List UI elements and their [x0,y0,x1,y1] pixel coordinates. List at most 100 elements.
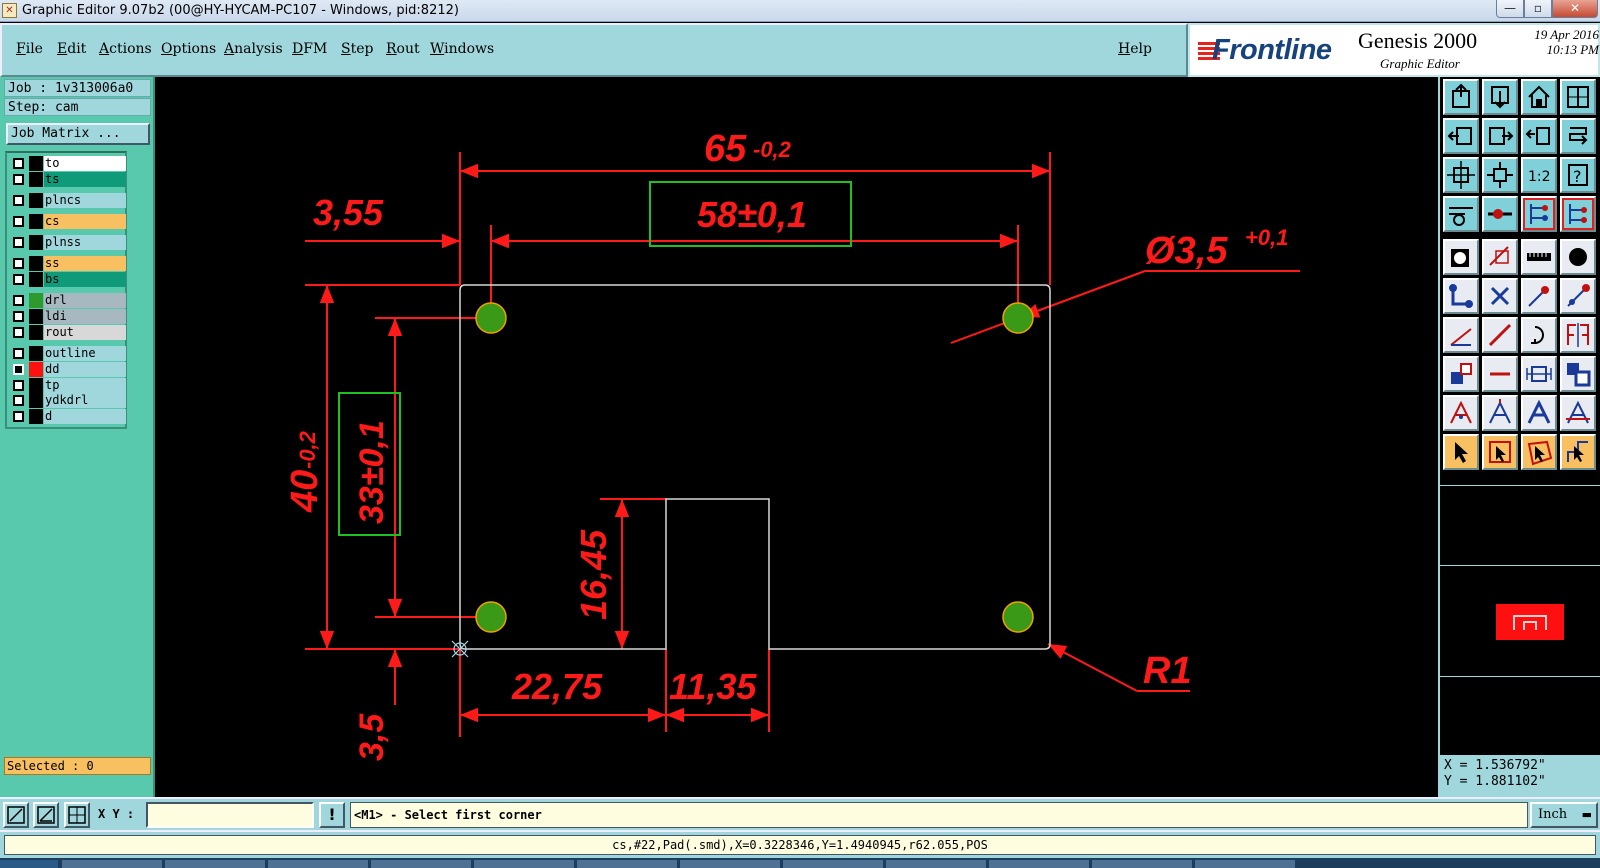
text-a2-tool-button[interactable] [1482,395,1518,431]
layer-checkbox[interactable] [13,380,24,391]
arc-point-tool-button[interactable] [1521,278,1557,314]
overview-panel[interactable] [1440,565,1600,677]
cross-tool-button[interactable] [1482,278,1518,314]
layer-name[interactable]: ydkdrl [44,393,126,408]
dot-tool-button[interactable] [1560,239,1596,275]
connect-tool-button[interactable] [1443,278,1479,314]
layer-name[interactable]: drl [44,293,126,308]
units-selector[interactable]: Inch ▬ [1530,802,1598,828]
layer-color-swatch[interactable] [29,156,43,171]
zoom-1to2-tool-button[interactable]: 1:2 [1521,157,1557,193]
line-tool-button[interactable] [1482,239,1518,275]
layer-checkbox[interactable] [13,258,24,269]
graphic-canvas[interactable]: 65 -0,2 58±0,1 3,55 Ø3,5 +0,1 40 -0,2 33… [155,77,1438,797]
ruler-tool-button[interactable] [1521,239,1557,275]
layer-color-swatch[interactable] [29,172,43,187]
layer-row-to[interactable]: to [9,156,126,171]
layer-checkbox[interactable] [13,174,24,185]
spacing-tool-button[interactable] [1521,356,1557,392]
layer-checkbox[interactable] [13,195,24,206]
layer-checkbox[interactable] [13,364,24,375]
undo-view-tool-button[interactable] [1521,118,1557,154]
menu-file[interactable]: File [16,41,43,57]
text-a-tool-button[interactable] [1443,395,1479,431]
redraw-tool-button[interactable] [1560,118,1596,154]
layer-color-swatch[interactable] [29,235,43,250]
layer-name[interactable]: plnss [44,235,126,250]
measure-tool-button[interactable] [1443,196,1479,232]
layer-checkbox[interactable] [13,295,24,306]
layer-row-cs[interactable]: cs [9,214,126,229]
grid-button[interactable] [64,802,90,828]
pad-hole-bottom-left[interactable] [475,601,507,633]
layer-checkbox[interactable] [13,274,24,285]
snap-grid-button[interactable] [3,802,29,828]
layer-row-ts[interactable]: ts [9,172,126,187]
text-a4-tool-button[interactable] [1560,395,1596,431]
rotate-tool-button[interactable] [1521,317,1557,353]
menu-analysis[interactable]: Analysis [224,41,283,57]
menu-rout[interactable]: Rout [386,41,420,57]
layer-row-tp[interactable]: tp [9,378,126,393]
layer-row-ydkdrl[interactable]: ydkdrl [9,393,126,408]
help-tool-button[interactable]: ? [1560,157,1596,193]
save-tool-button[interactable] [1482,79,1518,115]
layer-name[interactable]: ts [44,172,126,187]
pad-hole-top-left[interactable] [475,302,507,334]
layer-color-swatch[interactable] [29,309,43,324]
layer-name[interactable]: ss [44,256,126,271]
zoom-home-tool-button[interactable] [1482,157,1518,193]
layer-color-swatch[interactable] [29,256,43,271]
layer-row-outline[interactable]: outline [9,346,126,361]
window-tool-button[interactable] [1560,79,1596,115]
layer-name[interactable]: to [44,156,126,171]
pad-hole-top-right[interactable] [1002,302,1034,334]
select-arrow-tool-button[interactable] [1443,434,1479,470]
layer-color-swatch[interactable] [29,362,43,377]
layer-name[interactable]: bs [44,272,126,287]
layer-checkbox[interactable] [13,158,24,169]
close-button[interactable]: ✕ [1552,0,1598,18]
layer-row-ldi[interactable]: ldi [9,309,126,324]
info-button[interactable]: ! [319,802,345,828]
select-path-tool-button[interactable] [1560,434,1596,470]
open-step-tool-button[interactable] [1443,79,1479,115]
layer-checkbox[interactable] [13,411,24,422]
layer-color-swatch[interactable] [29,409,43,424]
home-tool-button[interactable] [1521,79,1557,115]
layer-checkbox[interactable] [13,311,24,322]
layer-row-rout[interactable]: rout [9,325,126,340]
layer-row-ss[interactable]: ss [9,256,126,271]
layer-row-bs[interactable]: bs [9,272,126,287]
select-box-tool-button[interactable] [1482,434,1518,470]
job-matrix-button[interactable]: Job Matrix ... [6,123,150,145]
menu-actions[interactable]: Actions [99,41,152,57]
edit-line-tool-button[interactable] [1443,317,1479,353]
pan-left-tool-button[interactable] [1443,118,1479,154]
layer-row-drl[interactable]: drl [9,293,126,308]
layer-color-swatch[interactable] [29,193,43,208]
menu-windows[interactable]: Windows [430,41,494,57]
arc-point2-tool-button[interactable] [1560,278,1596,314]
layer-checkbox[interactable] [13,216,24,227]
pan-right-tool-button[interactable] [1482,118,1518,154]
layer-name[interactable]: outline [44,346,126,361]
group-tool-button[interactable] [1560,356,1596,392]
layer-name[interactable]: plncs [44,193,126,208]
minus-tool-button[interactable] [1482,356,1518,392]
layer-color-swatch[interactable] [29,214,43,229]
layer-name[interactable]: cs [44,214,126,229]
select-poly-tool-button[interactable] [1521,434,1557,470]
menu-dfm[interactable]: DFM [292,41,327,57]
layer-checkbox[interactable] [13,237,24,248]
snap-tool-button[interactable] [1482,196,1518,232]
draw-line-tool-button[interactable] [1482,317,1518,353]
layer-select-tool-button[interactable] [1521,196,1557,232]
maximize-button[interactable]: ▫ [1524,0,1552,18]
zoom-fit-tool-button[interactable] [1443,157,1479,193]
layer-name[interactable]: rout [44,325,126,340]
layer-row-d[interactable]: d [9,409,126,424]
layer-color-swatch[interactable] [29,378,43,393]
mirror-tool-button[interactable] [1560,317,1596,353]
menu-edit[interactable]: Edit [57,41,86,57]
